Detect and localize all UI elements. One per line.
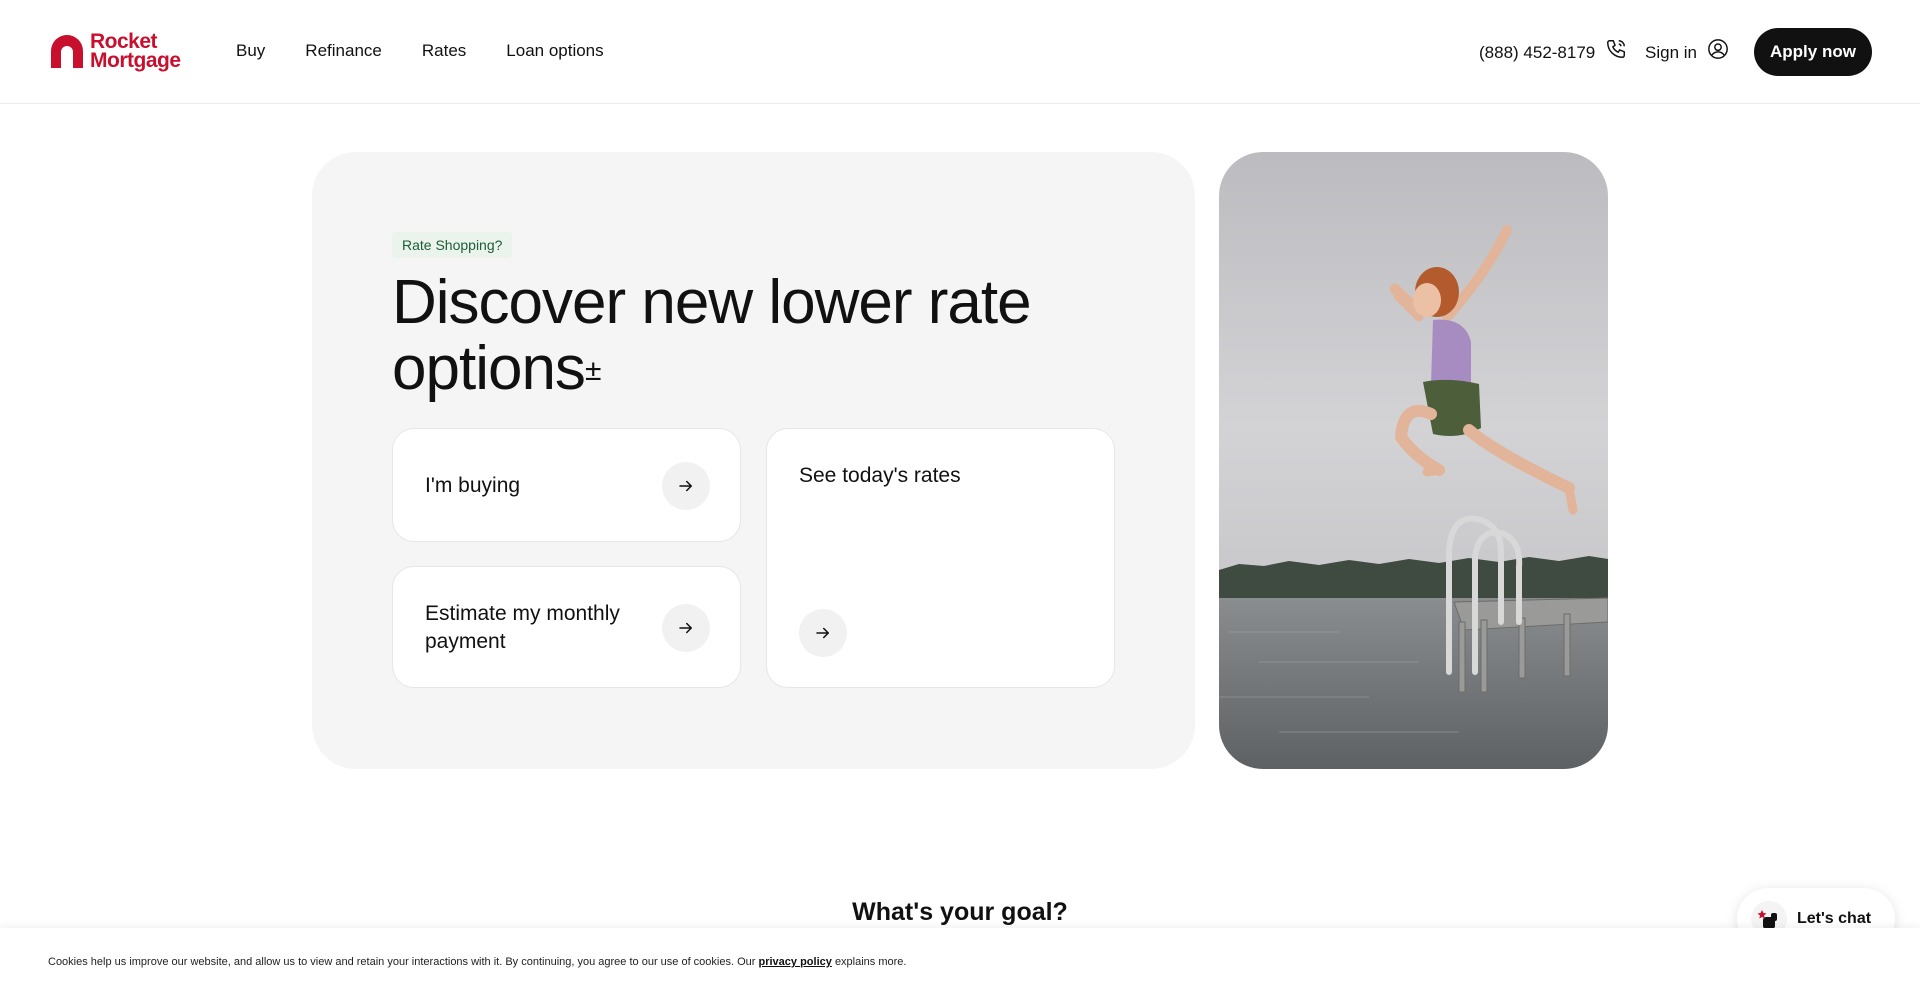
phone-link[interactable]: (888) 452-8179 [1479, 38, 1627, 68]
phone-number: (888) 452-8179 [1479, 43, 1596, 62]
see-todays-rates-label: See today's rates [799, 464, 961, 487]
apply-now-button[interactable]: Apply now [1754, 28, 1872, 76]
im-buying-label: I'm buying [425, 474, 521, 497]
hero-photo-girl-jumping-into-lake [1219, 152, 1608, 769]
see-todays-rates-card[interactable]: See today's rates [766, 428, 1115, 688]
nav-loan-options[interactable]: Loan options [506, 38, 603, 64]
cookie-text-main: Cookies help us improve our website, and… [48, 956, 756, 968]
privacy-policy-link[interactable]: privacy policy [759, 956, 832, 968]
user-circle-icon [1707, 38, 1729, 68]
sign-in-link[interactable]: Sign in [1645, 38, 1729, 68]
arrow-right-icon [799, 609, 847, 657]
hero-headline: Discover new lower rate options± [392, 270, 1112, 402]
cookie-text-end: explains more. [834, 956, 907, 968]
goal-heading: What's your goal? [852, 898, 1068, 926]
disclaimer-mark[interactable]: ± [585, 354, 602, 387]
estimate-payment-card[interactable]: Estimate my monthly payment [392, 566, 741, 688]
phone-icon [1605, 38, 1627, 68]
hero-card: Rate Shopping? Discover new lower rate o… [312, 152, 1195, 769]
main-nav: Buy Refinance Rates Loan options [236, 38, 604, 64]
rocket-mortgage-logo[interactable]: Rocket Mortgage [48, 30, 194, 72]
hero-headline-text: Discover new lower rate options [392, 268, 1032, 403]
arrow-right-icon [662, 462, 710, 510]
nav-buy[interactable]: Buy [236, 38, 265, 64]
logo-text-mortgage: Mortgage [90, 49, 181, 72]
rocket-logo-icon [48, 32, 86, 70]
estimate-payment-label: Estimate my monthly payment [425, 602, 620, 653]
arrow-right-icon [662, 604, 710, 652]
nav-rates[interactable]: Rates [422, 38, 466, 64]
lets-chat-label: Let's chat [1797, 910, 1872, 927]
site-header: Rocket Mortgage Buy Refinance Rates Loan… [0, 0, 1920, 104]
cookie-text: Cookies help us improve our website, and… [48, 955, 906, 969]
im-buying-card[interactable]: I'm buying [392, 428, 741, 542]
cookie-banner: Cookies help us improve our website, and… [0, 928, 1920, 993]
rate-shopping-badge: Rate Shopping? [392, 232, 513, 258]
nav-refinance[interactable]: Refinance [305, 38, 382, 64]
sign-in-label: Sign in [1645, 43, 1697, 62]
